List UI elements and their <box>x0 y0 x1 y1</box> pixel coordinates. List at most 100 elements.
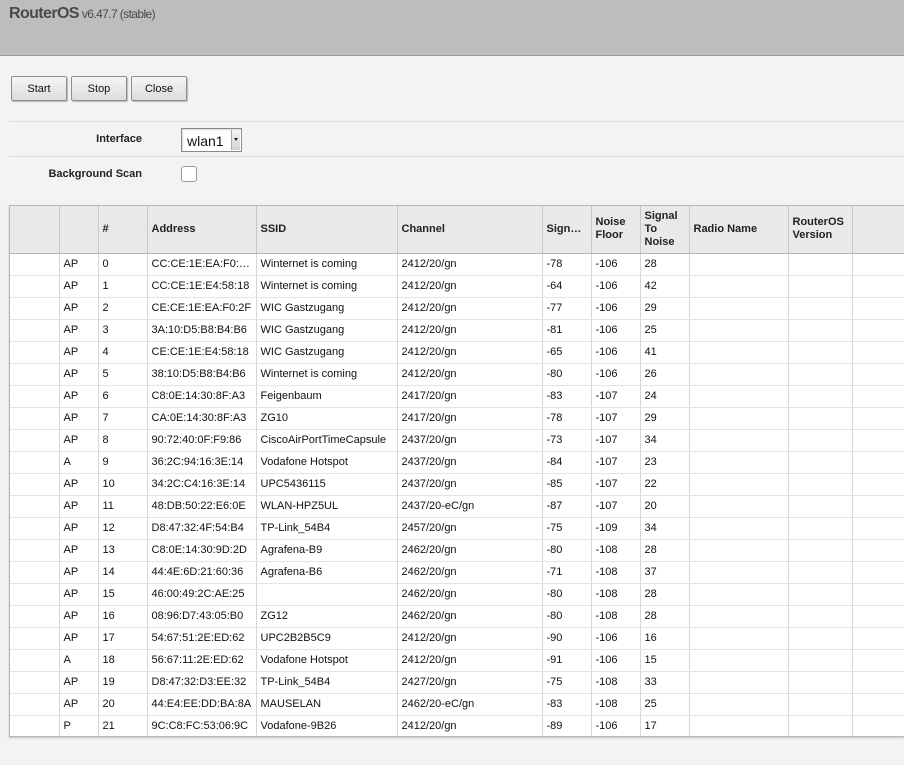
cell-routeros-version <box>788 649 853 672</box>
col-header-channel[interactable]: Channel <box>397 206 543 254</box>
cell-flags <box>10 275 60 298</box>
table-row[interactable]: AP 1 CC:CE:1E:E4:58:18 Winternet is coming 2… <box>10 275 904 298</box>
table-row[interactable]: AP 14 44:4E:6D:21:60:36 Agrafena-B6 2462/20/… <box>10 561 904 584</box>
table-row[interactable]: AP 12 D8:47:32:4F:54:B4 TP-Link_54B4 2457/20… <box>10 517 904 540</box>
cell-flags <box>10 715 60 736</box>
cell-noise-floor: -106 <box>591 297 641 320</box>
cell-signal-to-noise: 17 <box>640 715 690 736</box>
col-header-routeros-version[interactable]: RouterOS Version <box>788 206 853 254</box>
cell-type: AP <box>59 605 99 628</box>
cell-radio-name <box>689 275 789 298</box>
cell-address: 54:67:51:2E:ED:62 <box>147 627 257 650</box>
col-header-signal-strength[interactable]: Signal Strength <box>542 206 592 254</box>
stop-button[interactable]: Stop <box>71 76 127 101</box>
close-button[interactable]: Close <box>131 76 187 101</box>
cell-ssid: MAUSELAN <box>256 693 398 716</box>
table-row[interactable]: AP 2 CE:CE:1E:EA:F0:2F WIC Gastzugang 2412/2… <box>10 297 904 320</box>
cell-routeros-version <box>788 583 853 606</box>
cell-number: 10 <box>98 473 148 496</box>
cell-radio-name <box>689 715 789 736</box>
table-row[interactable]: AP 11 48:DB:50:22:E6:0E WLAN-HPZ5UL 2437/20-… <box>10 495 904 518</box>
col-header-signal-to-noise[interactable]: Signal To Noise <box>640 206 690 254</box>
cell-address: 08:96:D7:43:05:B0 <box>147 605 257 628</box>
cell-address: C8:0E:14:30:9D:2D <box>147 539 257 562</box>
cell-type: P <box>59 715 99 736</box>
col-header-number[interactable]: # <box>98 206 148 254</box>
table-row[interactable]: AP 19 D8:47:32:D3:EE:32 TP-Link_54B4 2427/20… <box>10 671 904 694</box>
table-row[interactable]: A 9 36:2C:94:16:3E:14 Vodafone Hotspot 2437/… <box>10 451 904 474</box>
cell-channel: 2412/20/gn <box>397 363 543 386</box>
cell-routeros-version <box>788 539 853 562</box>
cell-ssid: WLAN-HPZ5UL <box>256 495 398 518</box>
brand-name: RouterOS <box>9 5 79 22</box>
cell-signal-to-noise: 26 <box>640 363 690 386</box>
table-row[interactable]: AP 5 38:10:D5:B8:B4:B6 Winternet is coming 2… <box>10 363 904 386</box>
divider <box>9 156 904 157</box>
cell-signal-to-noise: 15 <box>640 649 690 672</box>
cell-channel: 2412/20/gn <box>397 275 543 298</box>
cell-address: 38:10:D5:B8:B4:B6 <box>147 363 257 386</box>
cell-address: CA:0E:14:30:8F:A3 <box>147 407 257 430</box>
cell-signal-to-noise: 41 <box>640 341 690 364</box>
cell-flags <box>10 319 60 342</box>
cell-filler <box>852 715 904 736</box>
cell-flags <box>10 407 60 430</box>
cell-signal-strength: -80 <box>542 605 592 628</box>
table-row[interactable]: AP 8 90:72:40:0F:F9:86 CiscoAirPortTimeCaps… <box>10 429 904 452</box>
start-button[interactable]: Start <box>11 76 67 101</box>
cell-noise-floor: -106 <box>591 319 641 342</box>
cell-flags <box>10 495 60 518</box>
background-scan-label: Background Scan <box>48 168 142 180</box>
table-row[interactable]: AP 17 54:67:51:2E:ED:62 UPC2B2B5C9 2412/20/g… <box>10 627 904 650</box>
cell-signal-to-noise: 37 <box>640 561 690 584</box>
cell-ssid: CiscoAirPortTimeCapsule <box>256 429 398 452</box>
cell-noise-floor: -107 <box>591 407 641 430</box>
cell-type: AP <box>59 407 99 430</box>
interface-select[interactable]: wlan1 <box>181 128 242 152</box>
cell-filler <box>852 275 904 298</box>
table-row[interactable]: AP 4 CE:CE:1E:E4:58:18 WIC Gastzugang 2412/2… <box>10 341 904 364</box>
cell-flags <box>10 693 60 716</box>
table-row[interactable]: AP 13 C8:0E:14:30:9D:2D Agrafena-B9 2462/20/… <box>10 539 904 562</box>
cell-signal-to-noise: 24 <box>640 385 690 408</box>
cell-channel: 2417/20/gn <box>397 385 543 408</box>
cell-signal-to-noise: 34 <box>640 517 690 540</box>
table-row[interactable]: AP 0 CC:CE:1E:EA:F0:2F Winternet is coming 2… <box>10 253 904 276</box>
cell-radio-name <box>689 473 789 496</box>
table-row[interactable]: AP 16 08:96:D7:43:05:B0 ZG12 2462/20/gn -80 -1… <box>10 605 904 628</box>
cell-filler <box>852 495 904 518</box>
cell-radio-name <box>689 297 789 320</box>
col-header-radio-name[interactable]: Radio Name <box>689 206 789 254</box>
table-row[interactable]: AP 10 34:2C:C4:16:3E:14 UPC5436115 2437/20/g… <box>10 473 904 496</box>
table-row[interactable]: AP 7 CA:0E:14:30:8F:A3 ZG10 2417/20/gn -78 -10… <box>10 407 904 430</box>
col-header-noise-floor[interactable]: Noise Floor <box>591 206 641 254</box>
col-header-address[interactable]: Address <box>147 206 257 254</box>
background-scan-checkbox[interactable] <box>181 166 197 182</box>
cell-type: AP <box>59 297 99 320</box>
cell-radio-name <box>689 407 789 430</box>
cell-address: 36:2C:94:16:3E:14 <box>147 451 257 474</box>
cell-signal-strength: -78 <box>542 407 592 430</box>
col-header-type[interactable] <box>59 206 99 254</box>
cell-signal-to-noise: 20 <box>640 495 690 518</box>
cell-signal-strength: -78 <box>542 253 592 276</box>
cell-type: AP <box>59 495 99 518</box>
table-row[interactable]: A 18 56:67:11:2E:ED:62 Vodafone Hotspot 2412… <box>10 649 904 672</box>
table-row[interactable]: AP 15 46:00:49:2C:AE:25 2462/20/gn -80 -108 28 <box>10 583 904 606</box>
cell-ssid: UPC2B2B5C9 <box>256 627 398 650</box>
col-header-signal-strength-label: Signal Strength <box>546 222 587 235</box>
cell-channel: 2412/20/gn <box>397 715 543 736</box>
chevron-down-icon[interactable] <box>231 130 240 150</box>
cell-signal-strength: -80 <box>542 539 592 562</box>
col-header-flags[interactable] <box>10 206 60 254</box>
cell-ssid <box>256 583 398 606</box>
col-header-ssid[interactable]: SSID <box>256 206 398 254</box>
table-row[interactable]: P 21 9C:C8:FC:53:06:9C Vodafone-9B26 2412/20… <box>10 715 904 736</box>
table-row[interactable]: AP 20 44:E4:EE:DD:BA:8A MAUSELAN 2462/20-eC/… <box>10 693 904 716</box>
cell-number: 14 <box>98 561 148 584</box>
cell-routeros-version <box>788 671 853 694</box>
table-row[interactable]: AP 6 C8:0E:14:30:8F:A3 Feigenbaum 2417/20/gn… <box>10 385 904 408</box>
cell-filler <box>852 605 904 628</box>
cell-channel: 2462/20/gn <box>397 561 543 584</box>
table-row[interactable]: AP 3 3A:10:D5:B8:B4:B6 WIC Gastzugang 2412/2… <box>10 319 904 342</box>
